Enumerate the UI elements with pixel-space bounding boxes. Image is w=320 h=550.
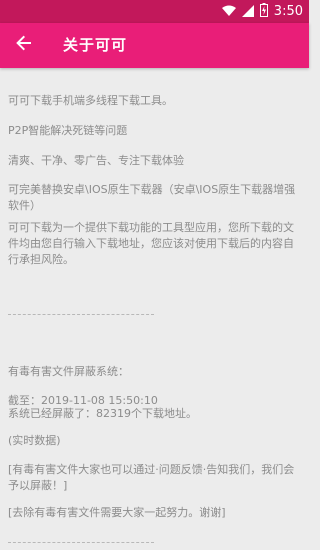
status-icons: 3:50	[221, 2, 303, 21]
wifi-icon	[221, 2, 236, 21]
features-text: 清爽、干净、零广告、专注下载体验	[8, 154, 184, 167]
block-system-title: 有毒有害文件屏蔽系统：	[8, 365, 129, 378]
signal-icon	[241, 2, 254, 21]
thanks-text: [去除有毒有害文件需要大家一起努力。谢谢]	[8, 506, 226, 519]
disclaimer-text: 可可下载为一个提供下载功能的工具型应用，您所下载的文件均由您自行输入下载地址，您…	[8, 221, 294, 266]
page-title: 关于可可	[63, 36, 128, 54]
back-button[interactable]	[10, 31, 38, 59]
battery-icon	[259, 2, 268, 21]
realtime-label: (实时数据)	[8, 434, 61, 447]
replacement-text: 可完美替换安卓\IOS原生下载器（安卓\IOS原生下载器增强软件）	[8, 183, 296, 212]
divider-bottom	[8, 542, 154, 543]
app-bar: 关于可可	[0, 23, 309, 68]
arrow-left-icon	[16, 35, 32, 55]
status-time: 3:50	[273, 4, 303, 19]
divider-top	[8, 314, 154, 315]
blocked-count: 系统已经屏蔽了：82319个下载地址。	[8, 407, 197, 420]
intro-text: 可可下载手机端多线程下载工具。	[8, 94, 173, 107]
report-text: [有毒有害文件大家也可以通过·问题反馈·告知我们，我们会予以屏蔽！]	[8, 463, 295, 492]
status-bar: 3:50	[0, 0, 309, 23]
p2p-text: P2P智能解决死链等问题	[8, 124, 128, 137]
